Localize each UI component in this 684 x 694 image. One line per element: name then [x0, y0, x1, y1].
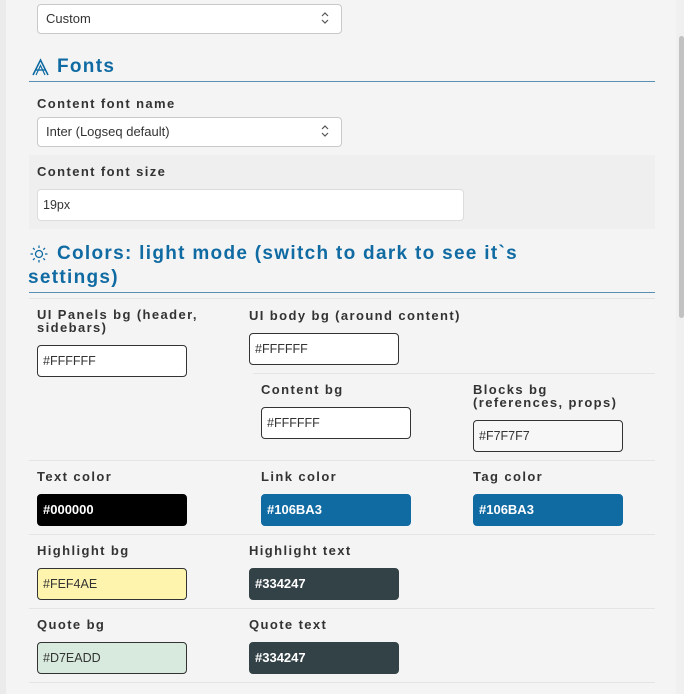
row-separator [29, 608, 655, 609]
quote-bg-value: #D7EADD [43, 651, 101, 665]
content-bg-input[interactable]: #FFFFFF [261, 407, 411, 439]
highlight-bg-value: #FEF4AE [43, 577, 98, 591]
ui-body-bg-input[interactable]: #FFFFFF [249, 333, 399, 365]
theme-preset-value: Custom [46, 11, 91, 26]
content-font-size-value: 19px [43, 198, 71, 212]
row-separator [29, 682, 655, 683]
ui-panels-bg-label-line2: sidebars) [37, 320, 108, 335]
fonts-divider [29, 81, 655, 82]
sun-icon [30, 245, 48, 263]
ui-panels-bg-input[interactable]: #FFFFFF [37, 345, 187, 377]
tag-color-label: Tag color [473, 469, 544, 484]
tag-color-value: #106BA3 [479, 502, 534, 517]
content-bg-label: Content bg [261, 382, 344, 397]
content-font-name-value: Inter (Logseq default) [46, 124, 170, 139]
colors-divider [29, 292, 655, 293]
ui-body-bg-label: UI body bg (around content) [249, 308, 461, 323]
quote-bg-input[interactable]: #D7EADD [37, 642, 187, 674]
highlight-text-input[interactable]: #334247 [249, 568, 399, 600]
content-font-name-select[interactable]: Inter (Logseq default) [37, 117, 342, 147]
blocks-bg-value: #F7F7F7 [479, 429, 530, 443]
left-panel-edge [0, 0, 6, 694]
colors-heading-line1: Colors: light mode (switch to dark to se… [57, 243, 518, 264]
content-font-size-label: Content font size [37, 164, 167, 179]
row-separator [29, 460, 655, 461]
highlight-bg-label: Highlight bg [37, 543, 130, 558]
scrollbar-thumb[interactable] [679, 36, 684, 318]
text-color-value: #000000 [43, 502, 94, 517]
highlight-text-value: #334247 [255, 576, 306, 591]
ui-body-bg-value: #FFFFFF [255, 342, 308, 356]
theme-preset-select[interactable]: Custom [37, 4, 342, 34]
quote-text-value: #334247 [255, 650, 306, 665]
chevron-updown-icon [321, 12, 329, 24]
highlight-text-label: Highlight text [249, 543, 352, 558]
content-font-name-label: Content font name [37, 96, 176, 111]
chevron-updown-icon [321, 125, 329, 137]
content-bg-value: #FFFFFF [267, 416, 320, 430]
ui-panels-bg-value: #FFFFFF [43, 354, 96, 368]
highlight-bg-input[interactable]: #FEF4AE [37, 568, 187, 600]
row-separator [29, 534, 655, 535]
blocks-bg-input[interactable]: #F7F7F7 [473, 420, 623, 452]
blocks-bg-label-line2: (references, props) [473, 395, 618, 410]
row-separator [253, 373, 655, 374]
quote-text-input[interactable]: #334247 [249, 642, 399, 674]
colors-heading-line2: settings) [28, 267, 119, 288]
link-color-label: Link color [261, 469, 338, 484]
text-color-input[interactable]: #000000 [37, 494, 187, 526]
content-font-size-input[interactable]: 19px [37, 189, 464, 221]
text-color-label: Text color [37, 469, 113, 484]
quote-text-label: Quote text [249, 617, 328, 632]
row-separator [29, 298, 655, 299]
fonts-heading: Fonts [57, 56, 116, 77]
tag-color-input[interactable]: #106BA3 [473, 494, 623, 526]
quote-bg-label: Quote bg [37, 617, 106, 632]
link-color-input[interactable]: #106BA3 [261, 494, 411, 526]
font-icon [32, 58, 49, 76]
link-color-value: #106BA3 [267, 502, 322, 517]
